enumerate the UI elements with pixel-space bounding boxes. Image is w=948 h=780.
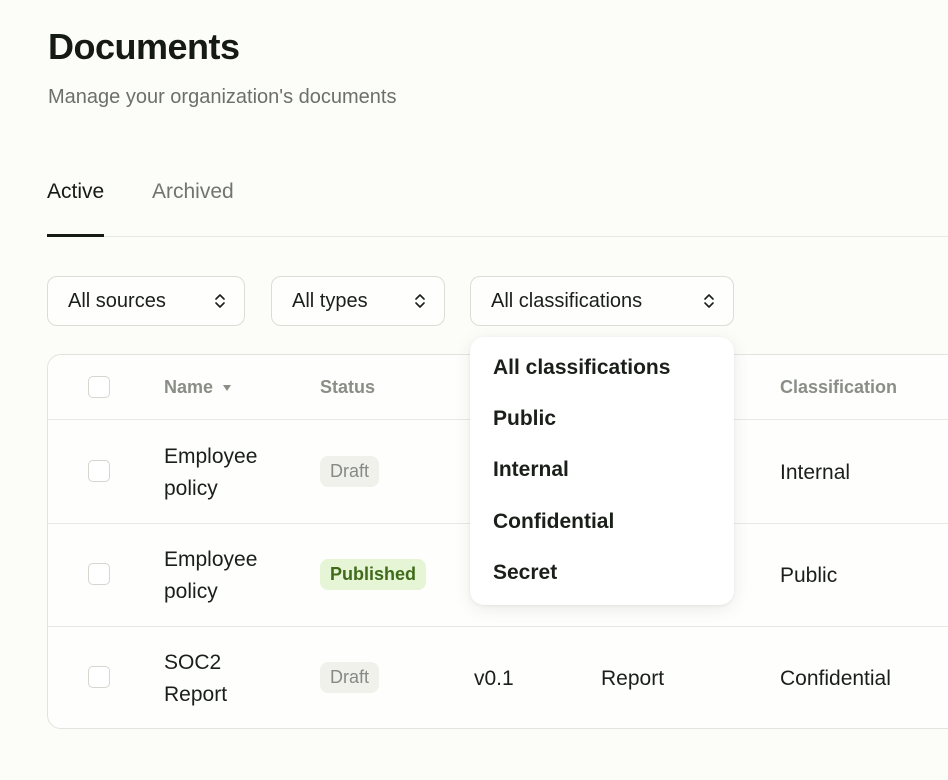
row-version: v0.1	[474, 667, 514, 690]
chevron-up-down-icon	[415, 294, 425, 308]
tab-active[interactable]: Active	[47, 180, 105, 237]
row-name-line1: Employee	[164, 445, 258, 468]
row-name-line1: SOC2	[164, 651, 222, 674]
dropdown-option-all-classifications[interactable]: All classifications	[493, 356, 670, 380]
tab-bar: Active Archived	[47, 170, 948, 237]
status-badge: Draft	[320, 662, 380, 693]
select-all-checkbox[interactable]	[88, 376, 110, 398]
page-subtitle: Manage your organization's documents	[48, 86, 397, 108]
status-badge: Draft	[320, 456, 380, 487]
column-header-name[interactable]: Name	[164, 377, 232, 398]
column-header-classification: Classification	[780, 377, 898, 397]
column-header-name-label: Name	[164, 377, 214, 397]
tab-archived[interactable]: Archived	[152, 180, 234, 235]
classifications-filter-select[interactable]: All classifications	[470, 276, 734, 326]
classifications-filter-value: All classifications	[491, 289, 643, 312]
row-type: Report	[601, 667, 665, 690]
types-filter-value: All types	[292, 289, 368, 312]
row-checkbox[interactable]	[88, 563, 110, 585]
row-name-line2: Report	[164, 683, 228, 706]
sources-filter-value: All sources	[68, 289, 166, 312]
dropdown-option-public[interactable]: Public	[493, 407, 556, 431]
classifications-dropdown-menu: All classifications Public Internal Conf…	[470, 337, 734, 605]
dropdown-option-internal[interactable]: Internal	[493, 458, 569, 482]
row-name-line2: policy	[164, 477, 218, 500]
sort-down-icon	[223, 385, 232, 392]
chevron-up-down-icon	[704, 294, 714, 308]
row-divider	[48, 626, 948, 627]
row-classification: Confidential	[780, 667, 891, 690]
row-classification: Internal	[780, 461, 851, 484]
row-name-line1: Employee	[164, 548, 258, 571]
row-classification: Public	[780, 564, 838, 587]
row-checkbox[interactable]	[88, 460, 110, 482]
page-title: Documents	[48, 26, 240, 67]
dropdown-option-confidential[interactable]: Confidential	[493, 510, 614, 534]
row-name-line2: policy	[164, 580, 218, 603]
dropdown-option-secret[interactable]: Secret	[493, 561, 557, 585]
types-filter-select[interactable]: All types	[271, 276, 445, 326]
column-header-status: Status	[320, 377, 376, 397]
documents-page: Documents Manage your organization's doc…	[0, 0, 948, 780]
status-badge: Published	[320, 559, 427, 590]
row-checkbox[interactable]	[88, 666, 110, 688]
sources-filter-select[interactable]: All sources	[47, 276, 245, 326]
chevron-up-down-icon	[215, 294, 225, 308]
